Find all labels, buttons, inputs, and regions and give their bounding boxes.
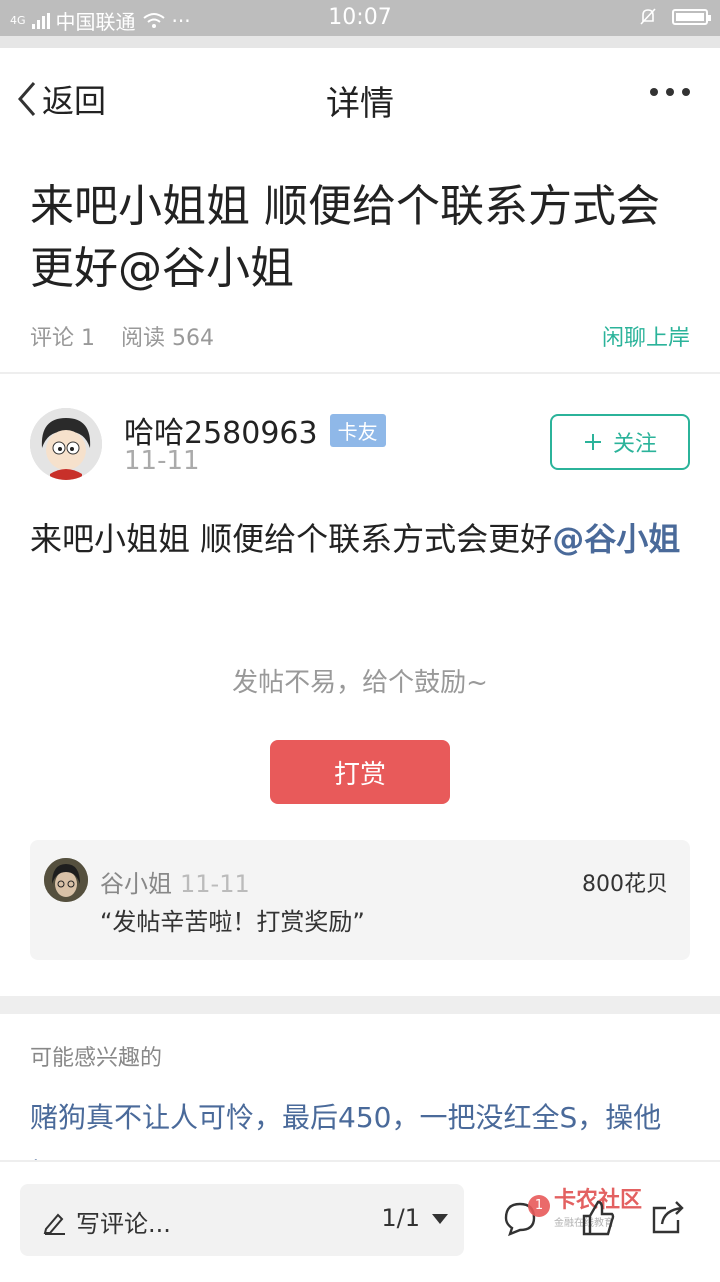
- status-right: [638, 7, 711, 27]
- comment-count: 评论 1: [30, 326, 95, 351]
- reward-button[interactable]: 打赏: [270, 740, 450, 804]
- status-divider: [0, 36, 720, 48]
- divider: [0, 372, 720, 374]
- notification-badge: 1: [528, 1194, 550, 1217]
- related-heading: 可能感兴趣的: [30, 1046, 163, 1071]
- comment-input[interactable]: 写评论... 1/1: [20, 1184, 464, 1256]
- pencil-icon: [43, 1213, 65, 1235]
- dot-icon: [650, 88, 658, 96]
- related-item[interactable]: 赌狗真不让人可怜，最后450，一把没红全S，操他妈。。。: [30, 1090, 690, 1160]
- more-menu-button[interactable]: [650, 88, 690, 96]
- follow-label: 关注: [612, 432, 657, 457]
- mute-icon: [640, 8, 656, 25]
- reward-amount: 800花贝: [582, 872, 668, 897]
- thumbs-up-icon[interactable]: [578, 1198, 618, 1238]
- comment-placeholder-row: 写评论...: [42, 1204, 171, 1239]
- caret-down-icon[interactable]: [432, 1214, 448, 1224]
- user-badge: 卡友: [329, 413, 386, 447]
- post-date: 11-11: [124, 446, 200, 476]
- reward-record: 谷小姐 11-11 800花贝 “发帖辛苦啦！打赏奖励”: [30, 840, 690, 960]
- page-title: 详情: [326, 84, 394, 124]
- comment-placeholder: 写评论...: [76, 1210, 171, 1238]
- avatar-image: [44, 858, 88, 902]
- section-divider: [0, 996, 720, 1014]
- bottom-bar: 写评论... 1/1 1 卡农社区 金融在线教育: [0, 1160, 720, 1282]
- dot-icon: [666, 88, 674, 96]
- status-bar: 4G 中国联通 ··· 10:07: [0, 0, 720, 36]
- post-title: 来吧小姐姐 顺便给个联系方式会更好@谷小姐: [30, 181, 660, 294]
- reward-message: “发帖辛苦啦！打赏奖励”: [100, 908, 365, 936]
- avatar[interactable]: [30, 408, 102, 480]
- share-icon[interactable]: [648, 1198, 688, 1238]
- plus-icon: [584, 434, 601, 450]
- post-meta: 评论 1 阅读 564: [30, 320, 214, 352]
- post-body: 来吧小姐姐 顺便给个联系方式会更好@谷小姐: [30, 512, 692, 566]
- dot-icon: [682, 88, 690, 96]
- reward-user-name[interactable]: 谷小姐: [100, 870, 172, 898]
- avatar-image: [30, 408, 102, 480]
- encourage-text: 发帖不易，给个鼓励~: [232, 668, 488, 698]
- avatar[interactable]: [44, 858, 88, 902]
- reward-date: 11-11: [180, 870, 250, 898]
- clock: 10:07: [328, 5, 392, 30]
- follow-button[interactable]: 关注: [550, 414, 690, 470]
- post-body-text: 来吧小姐姐 顺便给个联系方式会更好: [30, 520, 553, 558]
- reward-user: 谷小姐 11-11: [100, 864, 250, 899]
- page-indicator[interactable]: 1/1: [381, 1204, 420, 1232]
- user-mention[interactable]: @谷小姐: [552, 520, 680, 558]
- nav-bar: 返回 详情: [0, 48, 720, 144]
- board-link[interactable]: 闲聊上岸: [602, 320, 690, 352]
- read-count: 阅读 564: [121, 326, 214, 351]
- battery-icon: [672, 9, 711, 25]
